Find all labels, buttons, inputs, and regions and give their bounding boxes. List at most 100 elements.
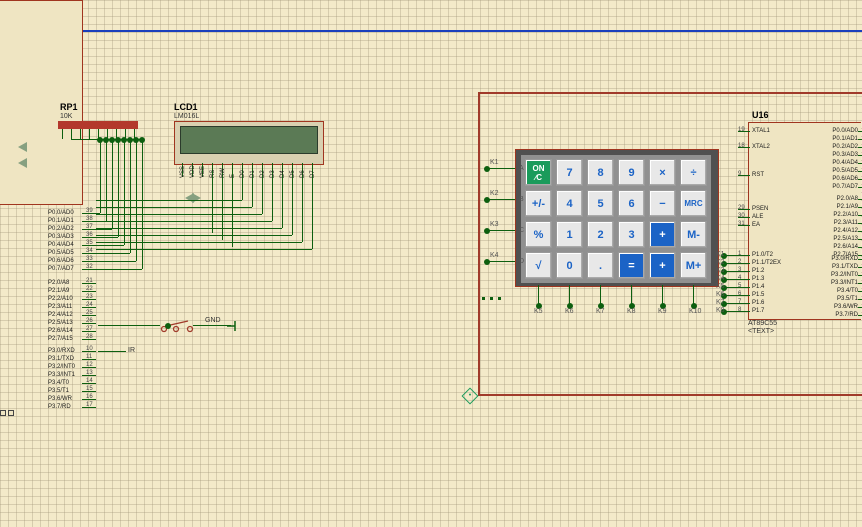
- pin-stub: [738, 225, 750, 226]
- ground-arrow-icon: [18, 158, 27, 168]
- pin-stub: [82, 383, 96, 384]
- pin-label: RST: [752, 172, 764, 178]
- keypad-key[interactable]: 8: [587, 159, 614, 186]
- power-arrow-icon: [192, 193, 201, 203]
- wire: [232, 177, 233, 247]
- wire: [486, 230, 515, 231]
- lcd-pin-label: D6: [300, 158, 306, 178]
- pin-stub: [80, 129, 81, 139]
- pin-stub: [82, 351, 96, 352]
- keypad-key[interactable]: MRC: [680, 190, 707, 217]
- wire: [252, 177, 253, 207]
- keypad-key[interactable]: 2: [587, 221, 614, 248]
- pin-label: P2.0/A8: [48, 280, 69, 286]
- pin-stub: [858, 139, 862, 140]
- pin-number: 7: [738, 299, 741, 305]
- keypad-key[interactable]: +/-: [525, 190, 552, 217]
- keypad-key[interactable]: +: [649, 252, 676, 279]
- pin-label: P0.1/AD1: [812, 136, 858, 142]
- pin-stub: [71, 129, 72, 139]
- keypad-key[interactable]: 6: [618, 190, 645, 217]
- keypad-key[interactable]: 7: [556, 159, 583, 186]
- keypad-key[interactable]: 3: [618, 221, 645, 248]
- lcd-pin-label: D7: [310, 158, 316, 178]
- wire: [98, 351, 126, 352]
- keypad-key[interactable]: .: [587, 252, 614, 279]
- wire: [96, 207, 252, 208]
- pin-label: P3.1/TXD: [812, 264, 858, 270]
- pin-stub: [82, 253, 96, 254]
- junction: [165, 323, 171, 329]
- pin-stub: [82, 399, 96, 400]
- wire: [96, 235, 292, 236]
- wire: [486, 168, 515, 169]
- pin-label: P2.5/A13: [48, 320, 73, 326]
- wire: [96, 269, 142, 270]
- wire: [600, 285, 601, 305]
- pin-label: P2.6/A14: [812, 244, 858, 250]
- net-label: K5: [534, 308, 543, 315]
- pin-stub: [82, 229, 96, 230]
- keypad-key[interactable]: M-: [680, 221, 707, 248]
- pin-stub: [82, 323, 96, 324]
- net-label: K10: [689, 308, 701, 315]
- keypad-key[interactable]: 4: [556, 190, 583, 217]
- pin-stub: [82, 359, 96, 360]
- pin-stub: [858, 199, 862, 200]
- keypad-key[interactable]: =: [618, 252, 645, 279]
- pin-label: P3.4/T0: [812, 288, 858, 294]
- pin-stub: [858, 267, 862, 268]
- wire: [96, 221, 272, 222]
- schematic-canvas[interactable]: { "components": { "rp1": { "ref": "RP1",…: [0, 0, 862, 527]
- lcd-pin-label: RW: [220, 158, 226, 178]
- pin-label: P0.0/AD0: [812, 128, 858, 134]
- pin-label: P0.4/AD4: [48, 242, 74, 248]
- keypad-key[interactable]: √: [525, 252, 552, 279]
- pin-label: P0.3/AD3: [48, 234, 74, 240]
- keypad-key[interactable]: ×: [649, 159, 676, 186]
- pin-stub: [738, 147, 750, 148]
- pin-label: P3.5/T1: [48, 388, 69, 394]
- net-label: K1: [490, 159, 499, 166]
- pin-number: 5: [738, 283, 741, 289]
- lcd1-ref: LCD1: [174, 102, 198, 112]
- pin-stub: [858, 187, 862, 188]
- pin-label: P0.2/AD2: [812, 144, 858, 150]
- pin-number: 1: [738, 251, 741, 257]
- keypad-key[interactable]: −: [649, 190, 676, 217]
- pin-stub: [858, 147, 862, 148]
- keypad-key[interactable]: 5: [587, 190, 614, 217]
- keypad-key[interactable]: +: [649, 221, 676, 248]
- push-button[interactable]: [160, 318, 194, 339]
- keypad-key[interactable]: 9: [618, 159, 645, 186]
- lcd-pin-label: E: [230, 158, 236, 178]
- pin-stub: [738, 271, 750, 272]
- wire: [106, 139, 107, 221]
- pin-stub: [82, 307, 96, 308]
- pin-label: P3.7/RD: [48, 404, 71, 410]
- keypad-key[interactable]: ON∕C: [525, 159, 552, 186]
- wire: [98, 325, 160, 326]
- pin-label: P1.5: [752, 292, 764, 298]
- keypad-key[interactable]: ÷: [680, 159, 707, 186]
- keypad-row-label: A: [519, 165, 524, 172]
- lcd-pin-label: D3: [270, 158, 276, 178]
- pin-stub: [82, 261, 96, 262]
- pin-stub: [0, 410, 6, 416]
- wire: [486, 199, 515, 200]
- keypad-key[interactable]: 1: [556, 221, 583, 248]
- keypad-key[interactable]: M+: [680, 252, 707, 279]
- pin-stub: [858, 247, 862, 248]
- keypad-key[interactable]: 0: [556, 252, 583, 279]
- rp1-value: 10K: [60, 113, 72, 120]
- resistor-network[interactable]: [58, 121, 138, 129]
- net-dash: [490, 297, 493, 300]
- ir-net-label: IR: [128, 347, 135, 354]
- net-label: K9: [658, 308, 667, 315]
- wire: [96, 200, 242, 201]
- keypad-key[interactable]: %: [525, 221, 552, 248]
- lcd-screen: [180, 126, 318, 154]
- pin-label: P1.7: [752, 308, 764, 314]
- pin-label: P0.1/AD1: [48, 218, 74, 224]
- pin-stub: [858, 283, 862, 284]
